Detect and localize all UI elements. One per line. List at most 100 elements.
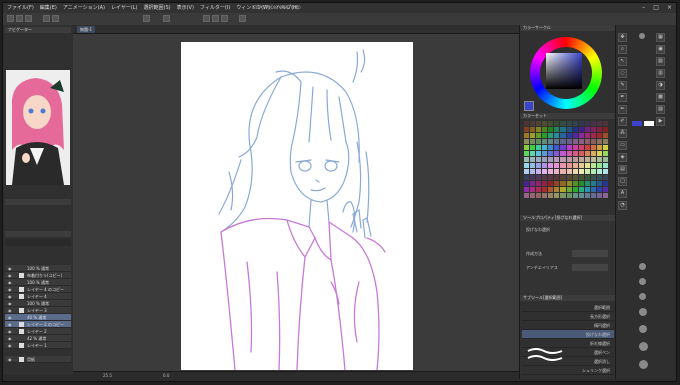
visibility-icon[interactable]: ◉ <box>8 308 12 313</box>
layer-row[interactable]: ◉ 100 % 通常 <box>5 265 71 272</box>
layer-row[interactable]: ◉ 用紙 <box>5 356 71 363</box>
palette-swatch[interactable] <box>572 163 578 168</box>
color-panel-icon[interactable]: ◑ <box>656 81 665 90</box>
palette-swatch[interactable] <box>542 133 548 138</box>
palette-swatch[interactable] <box>536 157 542 162</box>
palette-swatch[interactable] <box>602 145 608 150</box>
palette-swatch[interactable] <box>560 181 566 186</box>
palette-swatch[interactable] <box>536 163 542 168</box>
palette-swatch[interactable] <box>572 175 578 180</box>
palette-swatch[interactable] <box>530 193 536 198</box>
palette-swatch[interactable] <box>596 139 602 144</box>
palette-swatch[interactable] <box>590 193 596 198</box>
palette-swatch[interactable] <box>602 193 608 198</box>
antialias-selector[interactable] <box>572 264 608 271</box>
palette-swatch[interactable] <box>554 139 560 144</box>
palette-swatch[interactable] <box>560 175 566 180</box>
palette-swatch[interactable] <box>524 181 530 186</box>
subview-panel-icon[interactable]: ▨ <box>656 105 665 114</box>
brush-size-dot[interactable] <box>639 360 648 369</box>
palette-swatch[interactable] <box>524 133 530 138</box>
subtool-item[interactable]: 楕円選択 <box>522 321 614 330</box>
palette-swatch[interactable] <box>584 151 590 156</box>
sub-color-swatch[interactable] <box>644 121 654 126</box>
palette-swatch[interactable] <box>554 151 560 156</box>
palette-swatch[interactable] <box>578 187 584 192</box>
visibility-icon[interactable]: ◉ <box>8 287 12 292</box>
menu-animation[interactable]: アニメーション(A) <box>63 4 105 11</box>
palette-swatch[interactable] <box>530 187 536 192</box>
palette-swatch[interactable] <box>596 121 602 126</box>
palette-swatch[interactable] <box>530 139 536 144</box>
palette-swatch[interactable] <box>530 157 536 162</box>
color-palette[interactable] <box>524 121 608 207</box>
close-icon[interactable]: × <box>667 4 672 11</box>
layer-row[interactable]: ◉ 100 % 通常 <box>5 279 71 286</box>
palette-swatch[interactable] <box>524 151 530 156</box>
rotation-readout[interactable]: 0.0 <box>163 373 169 378</box>
undo-icon[interactable] <box>43 15 50 22</box>
menu-view[interactable]: 表示(V) <box>177 4 194 11</box>
palette-swatch[interactable] <box>566 181 572 186</box>
canvas-area[interactable] <box>73 34 519 371</box>
visibility-icon[interactable]: ◉ <box>8 357 12 362</box>
palette-swatch[interactable] <box>554 121 560 126</box>
brush-size-dot[interactable] <box>639 278 646 285</box>
menu-selection[interactable]: 選択範囲(S) <box>144 4 171 11</box>
palette-swatch[interactable] <box>590 151 596 156</box>
palette-swatch[interactable] <box>548 163 554 168</box>
palette-swatch[interactable] <box>578 145 584 150</box>
maximize-icon[interactable]: □ <box>653 4 659 11</box>
palette-swatch[interactable] <box>602 181 608 186</box>
menu-edit[interactable]: 編集(E) <box>40 4 57 11</box>
palette-swatch[interactable] <box>548 169 554 174</box>
visibility-icon[interactable]: ◉ <box>8 266 12 271</box>
palette-swatch[interactable] <box>560 139 566 144</box>
visibility-icon[interactable]: ◉ <box>8 294 12 299</box>
layer-row[interactable]: ◉ レイヤー 4 のコピー <box>5 286 71 293</box>
palette-swatch[interactable] <box>554 193 560 198</box>
open-file-icon[interactable] <box>16 15 23 22</box>
palette-swatch[interactable] <box>572 121 578 126</box>
palette-swatch[interactable] <box>536 127 542 132</box>
palette-swatch[interactable] <box>584 133 590 138</box>
layer-row[interactable]: ◉ 布着付りリ(コピー) <box>5 272 71 279</box>
palette-swatch[interactable] <box>560 169 566 174</box>
palette-swatch[interactable] <box>554 187 560 192</box>
airbrush-icon[interactable]: ⁂ <box>618 129 627 138</box>
palette-swatch[interactable] <box>554 169 560 174</box>
palette-swatch[interactable] <box>566 175 572 180</box>
redo-icon[interactable] <box>52 15 59 22</box>
palette-swatch[interactable] <box>542 145 548 150</box>
palette-swatch[interactable] <box>578 169 584 174</box>
eraser-icon[interactable]: ▭ <box>618 141 627 150</box>
palette-swatch[interactable] <box>566 187 572 192</box>
palette-swatch[interactable] <box>548 187 554 192</box>
palette-swatch[interactable] <box>590 127 596 132</box>
palette-swatch[interactable] <box>560 121 566 126</box>
palette-swatch[interactable] <box>566 169 572 174</box>
palette-swatch[interactable] <box>584 175 590 180</box>
saturation-value-square[interactable] <box>546 53 582 89</box>
brush-size-dot[interactable] <box>639 293 646 300</box>
operation-icon[interactable]: ↖ <box>618 57 627 66</box>
layer-row[interactable]: ◉ レイヤー 1 <box>5 342 71 349</box>
palette-swatch[interactable] <box>536 193 542 198</box>
palette-swatch[interactable] <box>536 175 542 180</box>
visibility-icon[interactable]: ◉ <box>8 329 12 334</box>
canvas-paper[interactable] <box>181 42 413 371</box>
palette-swatch[interactable] <box>554 175 560 180</box>
gradient-icon[interactable]: ▤ <box>618 165 627 174</box>
palette-swatch[interactable] <box>578 151 584 156</box>
palette-swatch[interactable] <box>602 175 608 180</box>
palette-swatch[interactable] <box>590 133 596 138</box>
visibility-icon[interactable]: ◉ <box>8 280 12 285</box>
palette-swatch[interactable] <box>602 151 608 156</box>
palette-swatch[interactable] <box>524 187 530 192</box>
auto-action-icon[interactable]: ▶ <box>656 117 665 126</box>
navigator-preview[interactable] <box>6 70 70 185</box>
palette-swatch[interactable] <box>542 181 548 186</box>
palette-swatch[interactable] <box>584 139 590 144</box>
palette-swatch[interactable] <box>590 121 596 126</box>
layer-row[interactable]: ◉ レイヤー 3 <box>5 307 71 314</box>
